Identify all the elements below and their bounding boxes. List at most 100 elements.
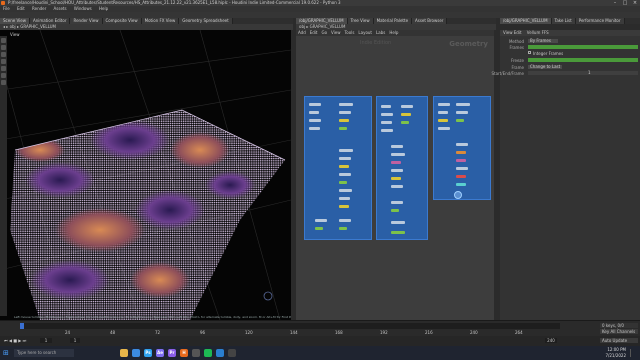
node[interactable] xyxy=(391,231,405,234)
notifications-icon[interactable] xyxy=(630,349,637,357)
chrome-taskbar-icon[interactable] xyxy=(132,349,140,357)
photoshop-taskbar-icon[interactable]: Ps xyxy=(144,349,152,357)
menu-assets[interactable]: Assets xyxy=(51,6,70,11)
view-tool-icon[interactable] xyxy=(1,80,6,85)
node[interactable] xyxy=(339,149,353,152)
node[interactable] xyxy=(391,221,405,224)
integer-frames-checkbox[interactable] xyxy=(528,51,531,54)
node[interactable] xyxy=(456,167,468,170)
node[interactable] xyxy=(456,111,468,114)
node[interactable] xyxy=(315,219,327,222)
node[interactable] xyxy=(339,197,350,200)
end-frame-field[interactable]: 240 xyxy=(545,338,557,343)
network-box-3[interactable] xyxy=(433,96,491,200)
explorer-taskbar-icon[interactable] xyxy=(120,349,128,357)
terminal-taskbar-icon[interactable] xyxy=(228,349,236,357)
node[interactable] xyxy=(339,103,353,106)
node[interactable] xyxy=(391,185,403,188)
frame-mode-dropdown[interactable]: Change to Last xyxy=(528,65,562,69)
scale-tool-icon[interactable] xyxy=(1,59,6,64)
viewer-path-node[interactable]: GRAPHIC_VELLUM xyxy=(20,24,56,29)
node[interactable] xyxy=(456,175,466,178)
scene-viewport[interactable]: View xyxy=(0,30,291,320)
node[interactable] xyxy=(456,151,466,154)
menu-help[interactable]: Help xyxy=(96,6,111,11)
node[interactable] xyxy=(309,103,321,106)
tab-params-obj[interactable]: /obj/GRAPHIC_VELLUM xyxy=(500,18,552,24)
node[interactable] xyxy=(401,105,413,108)
node[interactable] xyxy=(456,159,466,162)
network-path-obj[interactable]: obj xyxy=(299,24,305,29)
node[interactable] xyxy=(381,105,391,108)
node[interactable] xyxy=(339,181,347,184)
node[interactable] xyxy=(381,121,392,124)
current-frame-field[interactable]: 1 xyxy=(40,338,52,343)
menu-edit[interactable]: Edit xyxy=(14,6,28,11)
select-tool-icon[interactable] xyxy=(1,38,6,43)
node[interactable] xyxy=(339,173,351,176)
node[interactable] xyxy=(339,157,351,160)
method-dropdown[interactable]: By Frames xyxy=(528,39,558,43)
playhead[interactable] xyxy=(20,323,24,329)
taskbar-search-input[interactable]: Type here to search xyxy=(14,349,74,357)
node[interactable] xyxy=(391,201,403,204)
frames-field[interactable] xyxy=(528,45,638,49)
viewer-path-obj[interactable]: obj xyxy=(10,24,16,29)
premiere-taskbar-icon[interactable]: Pr xyxy=(168,349,176,357)
network-menu-labs[interactable]: Labs xyxy=(374,30,387,35)
node[interactable] xyxy=(401,113,411,116)
param-node-name[interactable]: Vellum FFS xyxy=(527,30,549,35)
timeline-bar[interactable]: 24 48 72 96 120 144 168 192 216 240 264 … xyxy=(0,320,640,336)
node[interactable] xyxy=(456,143,468,146)
menu-windows[interactable]: Windows xyxy=(71,6,95,11)
auto-update-dropdown[interactable]: Auto Update xyxy=(600,338,638,343)
node[interactable] xyxy=(339,227,347,230)
network-menu-help[interactable]: Help xyxy=(387,30,400,35)
node[interactable] xyxy=(391,209,399,212)
handle-tool-icon[interactable] xyxy=(1,66,6,71)
node[interactable] xyxy=(339,205,349,208)
node[interactable] xyxy=(438,127,450,130)
network-menu-tools[interactable]: Tools xyxy=(343,30,357,35)
tab-performance-monitor[interactable]: Performance Monitor xyxy=(575,18,625,24)
timeline-track[interactable] xyxy=(20,323,560,329)
node[interactable] xyxy=(438,103,450,106)
network-menu-edit[interactable]: Edit xyxy=(308,30,320,35)
network-menu-layout[interactable]: Layout xyxy=(356,30,374,35)
obs-taskbar-icon[interactable] xyxy=(192,349,200,357)
network-path-node[interactable]: GRAPHIC_VELLUM xyxy=(310,24,346,29)
node[interactable] xyxy=(339,165,349,168)
play-back-icon[interactable]: ⏮ ◀ ■ ▶ ⏭ xyxy=(4,338,26,343)
network-menu-view[interactable]: View xyxy=(329,30,343,35)
node[interactable] xyxy=(315,227,323,230)
after-effects-taskbar-icon[interactable]: Ae xyxy=(156,349,164,357)
selected-node-indicator[interactable] xyxy=(454,191,462,199)
node[interactable] xyxy=(339,127,347,130)
spotify-taskbar-icon[interactable] xyxy=(204,349,212,357)
node[interactable] xyxy=(438,111,448,114)
node[interactable] xyxy=(391,153,405,156)
node[interactable] xyxy=(381,129,393,132)
start-end-frame-field[interactable]: 1 xyxy=(528,71,638,75)
houdini-taskbar-icon[interactable]: H xyxy=(180,349,188,357)
node[interactable] xyxy=(391,161,401,164)
network-editor[interactable]: Add Edit Go View Tools Layout Labs Help Indie E… xyxy=(296,30,494,320)
rotate-tool-icon[interactable] xyxy=(1,52,6,57)
start-menu-icon[interactable]: ⊞ xyxy=(3,349,11,357)
pose-tool-icon[interactable] xyxy=(1,73,6,78)
node[interactable] xyxy=(456,183,466,186)
network-menu-add[interactable]: Add xyxy=(296,30,308,35)
node[interactable] xyxy=(309,127,320,130)
node[interactable] xyxy=(401,121,409,124)
freeze-field[interactable] xyxy=(528,58,638,62)
node[interactable] xyxy=(438,119,448,122)
tab-take-list[interactable]: Take List xyxy=(551,18,576,24)
node[interactable] xyxy=(309,111,319,114)
network-box-1[interactable] xyxy=(304,96,372,240)
move-tool-icon[interactable] xyxy=(1,45,6,50)
key-all-channels-button[interactable]: Key All Channels xyxy=(600,329,638,334)
node[interactable] xyxy=(339,219,351,222)
menu-render[interactable]: Render xyxy=(29,6,49,11)
node[interactable] xyxy=(391,169,403,172)
node[interactable] xyxy=(391,177,401,180)
